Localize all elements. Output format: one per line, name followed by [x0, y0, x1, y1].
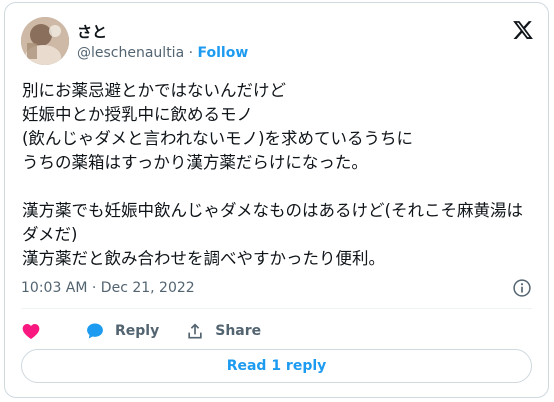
follow-button[interactable]: Follow: [198, 45, 249, 61]
share-icon: [188, 323, 202, 339]
avatar[interactable]: [21, 17, 69, 65]
share-label: Share: [215, 323, 262, 339]
divider: [21, 308, 532, 309]
tweet-timestamp[interactable]: 10:03 AM · Dec 21, 2022: [21, 280, 195, 296]
heart-icon: [22, 324, 40, 339]
read-replies-button[interactable]: Read 1 reply: [21, 349, 532, 383]
author-handle-row: @leschenaultia · Follow: [77, 45, 248, 61]
reply-label: Reply: [115, 323, 160, 339]
speech-bubble-icon: [87, 323, 103, 339]
action-bar: Reply Share: [21, 317, 287, 345]
x-logo-icon[interactable]: [512, 19, 534, 41]
tweet-text: 別にお薬忌避とかではないんだけど 妊娠中とか授乳中に飲めるモノ (飲んじゃダメと…: [22, 81, 523, 268]
separator: ·: [188, 45, 194, 61]
author-name[interactable]: さと: [77, 21, 107, 42]
like-button[interactable]: [21, 321, 51, 341]
info-icon[interactable]: [512, 278, 532, 298]
author-handle[interactable]: @leschenaultia: [77, 45, 184, 61]
share-button[interactable]: Share: [185, 321, 261, 341]
reply-button[interactable]: Reply: [85, 321, 159, 341]
tweet-card: さと @leschenaultia · Follow 別にお薬忌避とかではないん…: [4, 2, 549, 398]
